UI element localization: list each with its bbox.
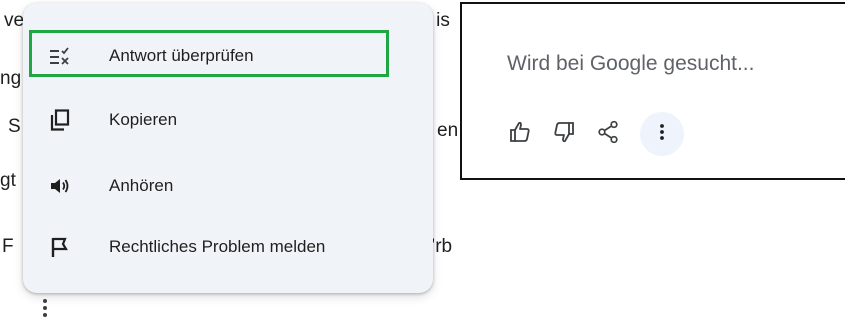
more-vert-icon[interactable] bbox=[38, 296, 52, 320]
background-text-fragment: gt bbox=[0, 170, 16, 191]
thumbs-down-icon bbox=[552, 120, 576, 149]
menu-item-label: Kopieren bbox=[109, 110, 178, 129]
response-actions bbox=[502, 112, 692, 156]
background-text-fragment: ve bbox=[4, 10, 25, 31]
screen: ve 'l is ng S en gt F ’rb Antwort überpr… bbox=[0, 0, 845, 326]
background-text-fragment: S bbox=[8, 116, 21, 137]
status-text: Wird bei Google gesucht... bbox=[507, 52, 755, 75]
background-text-fragment: ’rb bbox=[431, 236, 453, 257]
response-options-menu: Antwort überprüfen Kopieren Anhören Rech… bbox=[23, 3, 433, 293]
menu-item-check-response[interactable]: Antwort überprüfen bbox=[23, 31, 433, 81]
background-text-fragment: en bbox=[437, 120, 459, 141]
more-vert-icon bbox=[659, 123, 665, 146]
share-button[interactable] bbox=[590, 116, 626, 152]
menu-item-label: Rechtliches Problem melden bbox=[109, 237, 326, 256]
background-text-fragment: F bbox=[2, 236, 14, 257]
menu-item-label: Anhören bbox=[109, 176, 174, 195]
response-panel: Wird bei Google gesucht... bbox=[460, 2, 845, 180]
thumbs-up-icon bbox=[508, 120, 532, 149]
thumbs-up-button[interactable] bbox=[502, 116, 538, 152]
menu-item-report-legal[interactable]: Rechtliches Problem melden bbox=[23, 222, 433, 272]
check-response-icon bbox=[49, 45, 71, 67]
more-options-button[interactable] bbox=[640, 112, 684, 156]
menu-item-copy[interactable]: Kopieren bbox=[23, 95, 433, 145]
thumbs-down-button[interactable] bbox=[546, 116, 582, 152]
background-text-fragment: ng bbox=[0, 68, 22, 89]
copy-icon bbox=[49, 109, 71, 131]
flag-icon bbox=[49, 236, 71, 258]
speaker-icon bbox=[49, 175, 71, 197]
menu-item-listen[interactable]: Anhören bbox=[23, 161, 433, 211]
share-icon bbox=[597, 120, 619, 149]
menu-item-label: Antwort überprüfen bbox=[109, 46, 254, 65]
